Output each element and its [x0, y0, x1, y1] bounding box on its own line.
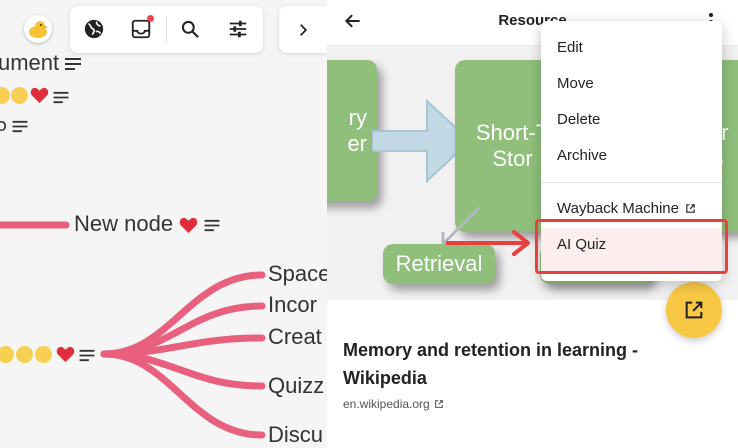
notes-icon — [204, 219, 220, 231]
highlight-box — [535, 219, 728, 274]
link-discu — [100, 350, 266, 439]
emoji-dot — [11, 87, 28, 104]
notes-icon — [79, 349, 95, 362]
notification-dot — [147, 15, 154, 22]
heart-icon — [56, 346, 75, 363]
resource-link[interactable]: en.wikipedia.org — [343, 397, 444, 411]
mindmap-node-space[interactable]: Space — [268, 261, 327, 287]
heart-icon — [30, 87, 49, 104]
node-label: ument — [0, 50, 60, 75]
mindmap-node-discu[interactable]: Discu — [268, 422, 323, 448]
menu-item-edit[interactable]: Edit — [541, 31, 722, 65]
menu-item-move[interactable]: Move — [541, 67, 722, 101]
open-external-icon — [685, 301, 703, 319]
link-creat — [100, 334, 266, 358]
toolbar — [70, 6, 263, 53]
notes-icon — [65, 58, 82, 71]
resource-title: Memory and retention in learning - Wikip… — [343, 340, 639, 388]
menu-item-delete[interactable]: Delete — [541, 103, 722, 137]
mindmap-node-new-node[interactable]: New node — [74, 211, 220, 237]
emoji-dot — [16, 346, 33, 363]
menu-item-label: Wayback Machine — [557, 200, 679, 217]
external-link-icon — [686, 204, 695, 213]
diagram-label: Stor — [492, 146, 533, 171]
external-link-icon — [434, 400, 443, 408]
open-resource-button[interactable] — [666, 282, 722, 338]
chevron-right-icon — [300, 23, 308, 36]
search-icon — [181, 20, 199, 38]
resource-url: en.wikipedia.org — [343, 397, 430, 411]
node-label: New node — [74, 211, 174, 236]
app-logo[interactable] — [24, 15, 52, 43]
mindmap-node[interactable]: ument — [0, 50, 82, 76]
settings-button[interactable] — [223, 14, 253, 44]
mindmap-node[interactable]: օ — [0, 115, 28, 136]
search-button[interactable] — [175, 14, 205, 44]
diagram-label: Short-T — [475, 120, 550, 145]
menu-item-archive[interactable]: Archive — [541, 139, 722, 173]
expand-panel-button[interactable] — [279, 6, 327, 53]
mindmap-canvas[interactable]: ument օ New node Space Incor Creat Quizz… — [0, 0, 327, 448]
heart-icon — [179, 217, 198, 233]
toolbar-divider — [166, 16, 167, 43]
mindmap-node-incor[interactable]: Incor — [268, 292, 317, 318]
sliders-icon — [229, 20, 247, 38]
inbox-button[interactable] — [126, 14, 156, 44]
mindmap-node-creat[interactable]: Creat — [268, 324, 322, 350]
menu-divider — [541, 182, 722, 183]
emoji-dot — [35, 346, 52, 363]
annotation-arrow — [446, 230, 530, 256]
notes-icon — [12, 120, 28, 132]
diagram-box-sensory: ry er — [327, 60, 377, 202]
duck-logo-icon — [29, 21, 48, 38]
notes-icon — [53, 91, 69, 104]
globe-button[interactable] — [79, 14, 109, 44]
mindmap-node-quizz[interactable]: Quizz — [268, 373, 324, 399]
diagram-label: ry — [348, 105, 367, 130]
node-label: օ — [0, 115, 7, 135]
diagram-label: er — [347, 131, 367, 156]
globe-icon — [84, 19, 104, 39]
